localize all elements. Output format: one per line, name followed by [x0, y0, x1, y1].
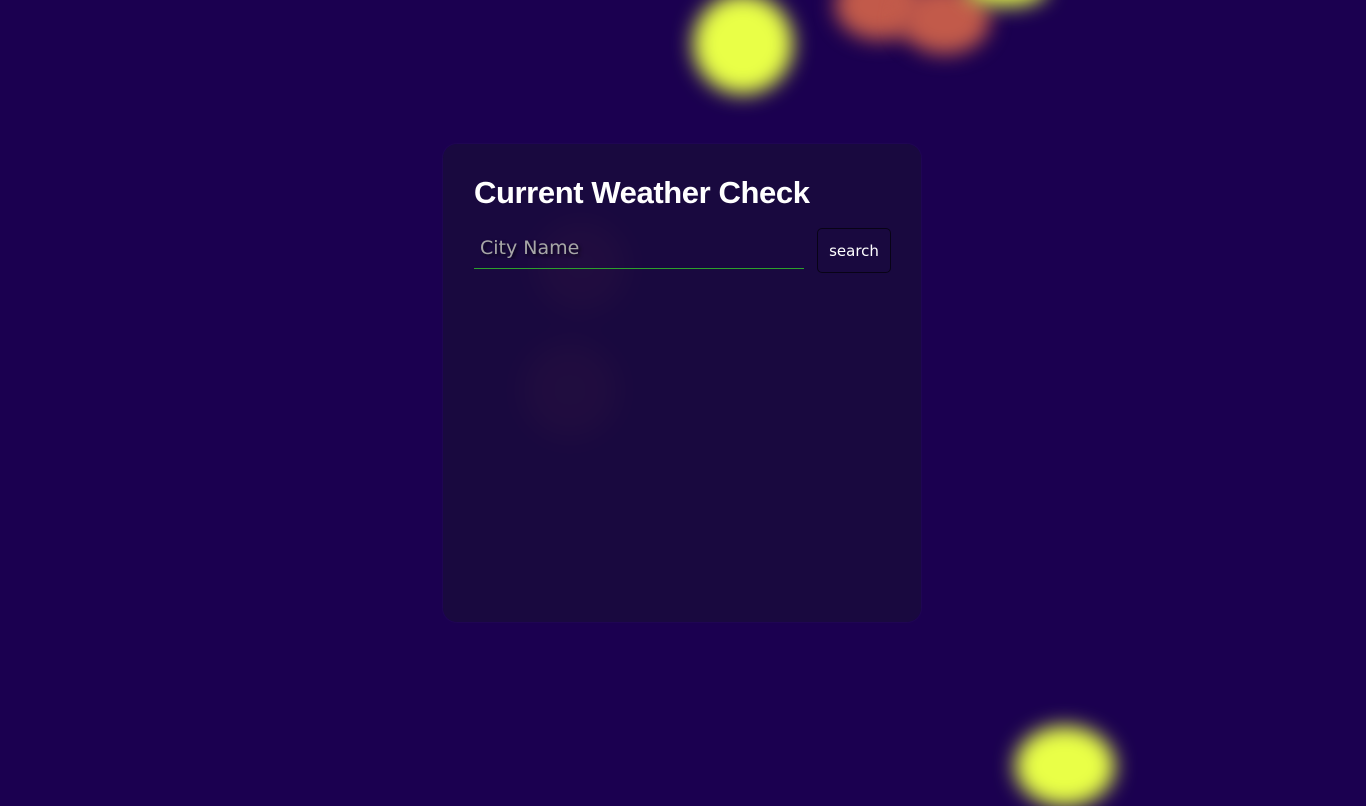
background-blob-yellow [693, 0, 793, 94]
page-title: Current Weather Check [474, 175, 810, 210]
search-button[interactable]: search [817, 228, 891, 273]
weather-card: Current Weather Check search [443, 144, 921, 622]
search-row: search [474, 228, 891, 274]
background-blob-red [900, 0, 990, 54]
background-blob-yellow [1015, 726, 1115, 806]
city-name-input[interactable] [474, 228, 804, 269]
